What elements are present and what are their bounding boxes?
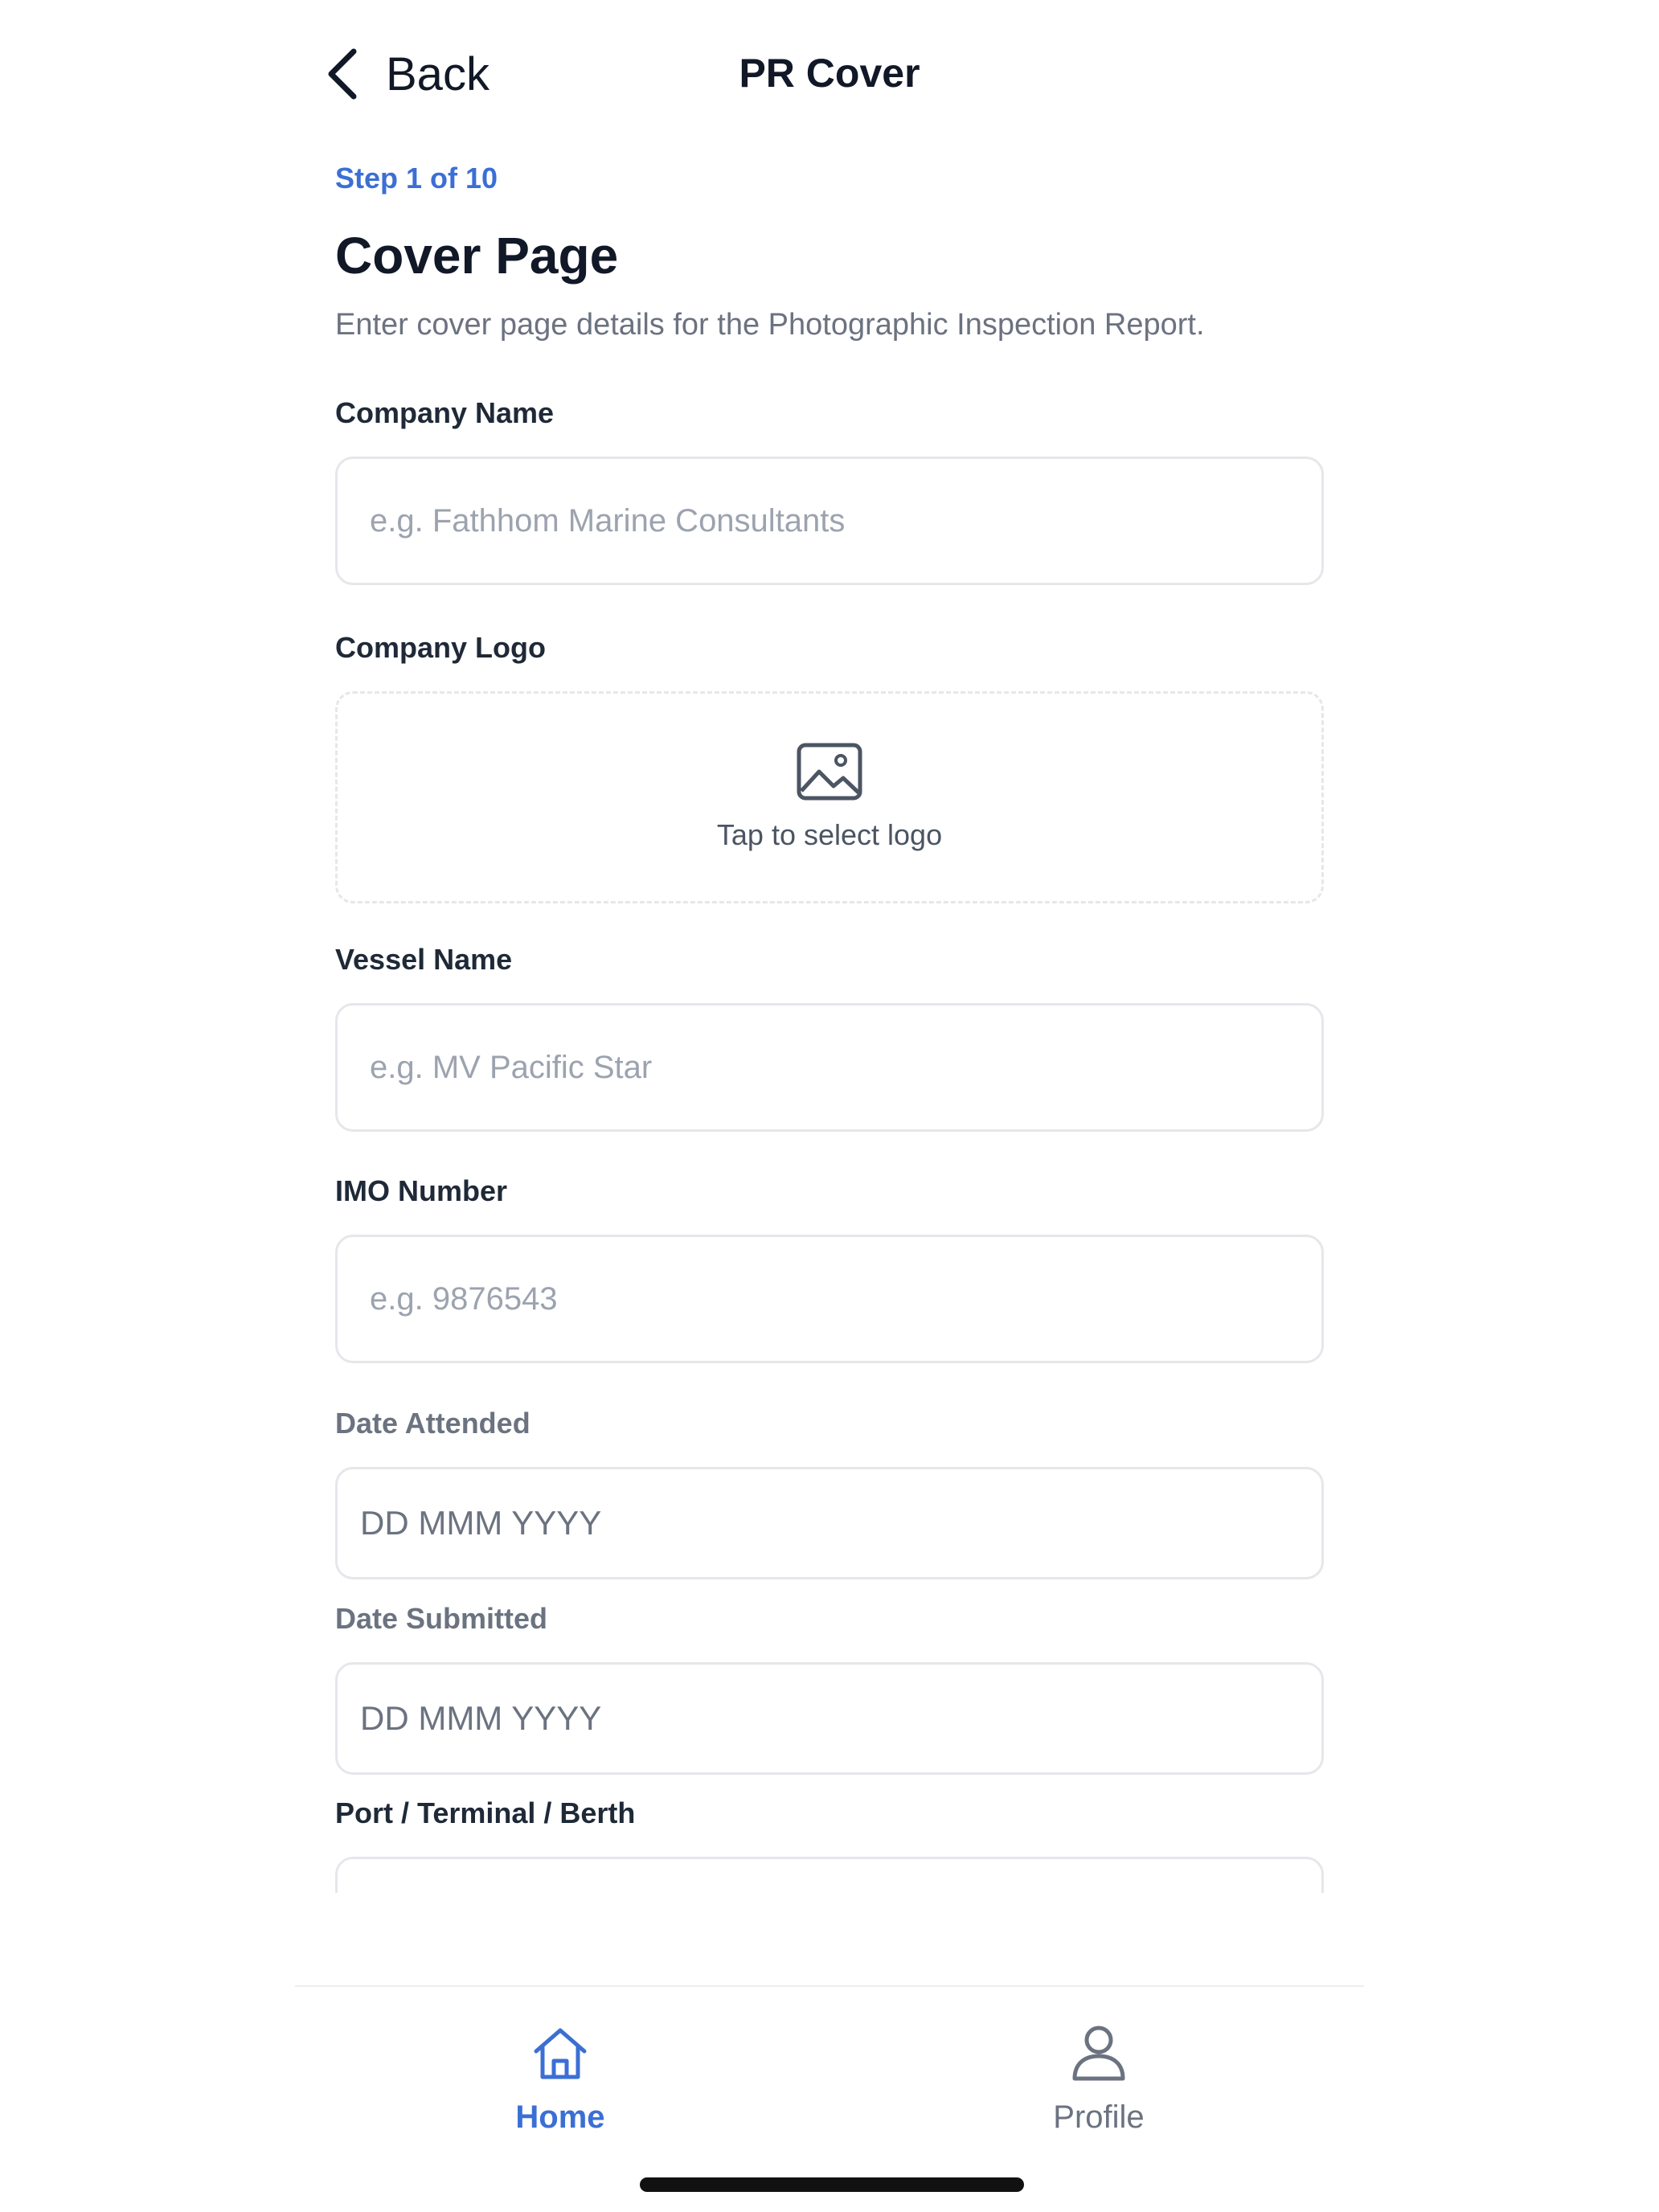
tab-home-label: Home — [515, 2099, 605, 2135]
home-indicator — [640, 2177, 1024, 2192]
page-subtitle: Enter cover page details for the Photogr… — [335, 308, 1205, 342]
date-attended-field[interactable]: DD MMM YYYY — [335, 1467, 1324, 1579]
date-submitted-label: Date Submitted — [335, 1602, 548, 1635]
company-name-label: Company Name — [335, 396, 555, 429]
screen: Back PR Cover Step 1 of 10 Cover Page En… — [0, 0, 1659, 2212]
form-scroll-area[interactable]: Step 1 of 10 Cover Page Enter cover page… — [335, 149, 1324, 1893]
company-logo-label: Company Logo — [335, 631, 546, 664]
port-input[interactable] — [335, 1857, 1324, 1893]
home-icon — [534, 2028, 587, 2079]
date-submitted-field[interactable]: DD MMM YYYY — [335, 1662, 1324, 1775]
nav-bar: Back PR Cover — [0, 0, 1659, 153]
image-icon — [797, 743, 862, 801]
date-attended-label: Date Attended — [335, 1407, 530, 1440]
step-indicator: Step 1 of 10 — [335, 162, 498, 195]
imo-number-label: IMO Number — [335, 1174, 508, 1207]
profile-icon — [1072, 2026, 1125, 2081]
nav-title: PR Cover — [739, 51, 920, 96]
vessel-name-label: Vessel Name — [335, 943, 513, 976]
vessel-name-input[interactable]: e.g. MV Pacific Star — [335, 1003, 1324, 1132]
tab-profile[interactable]: Profile — [978, 2024, 1219, 2136]
page-title: Cover Page — [335, 227, 619, 285]
company-name-input[interactable]: e.g. Fathhom Marine Consultants — [335, 457, 1324, 585]
port-label: Port / Terminal / Berth — [335, 1796, 636, 1829]
tab-bar: Home Profile — [295, 1985, 1364, 2146]
tab-home[interactable]: Home — [440, 2024, 681, 2136]
tab-profile-label: Profile — [1053, 2099, 1145, 2135]
imo-number-input[interactable]: e.g. 9876543 — [335, 1235, 1324, 1363]
company-logo-picker[interactable]: Tap to select logo — [335, 691, 1324, 903]
logo-picker-prompt: Tap to select logo — [716, 818, 943, 851]
